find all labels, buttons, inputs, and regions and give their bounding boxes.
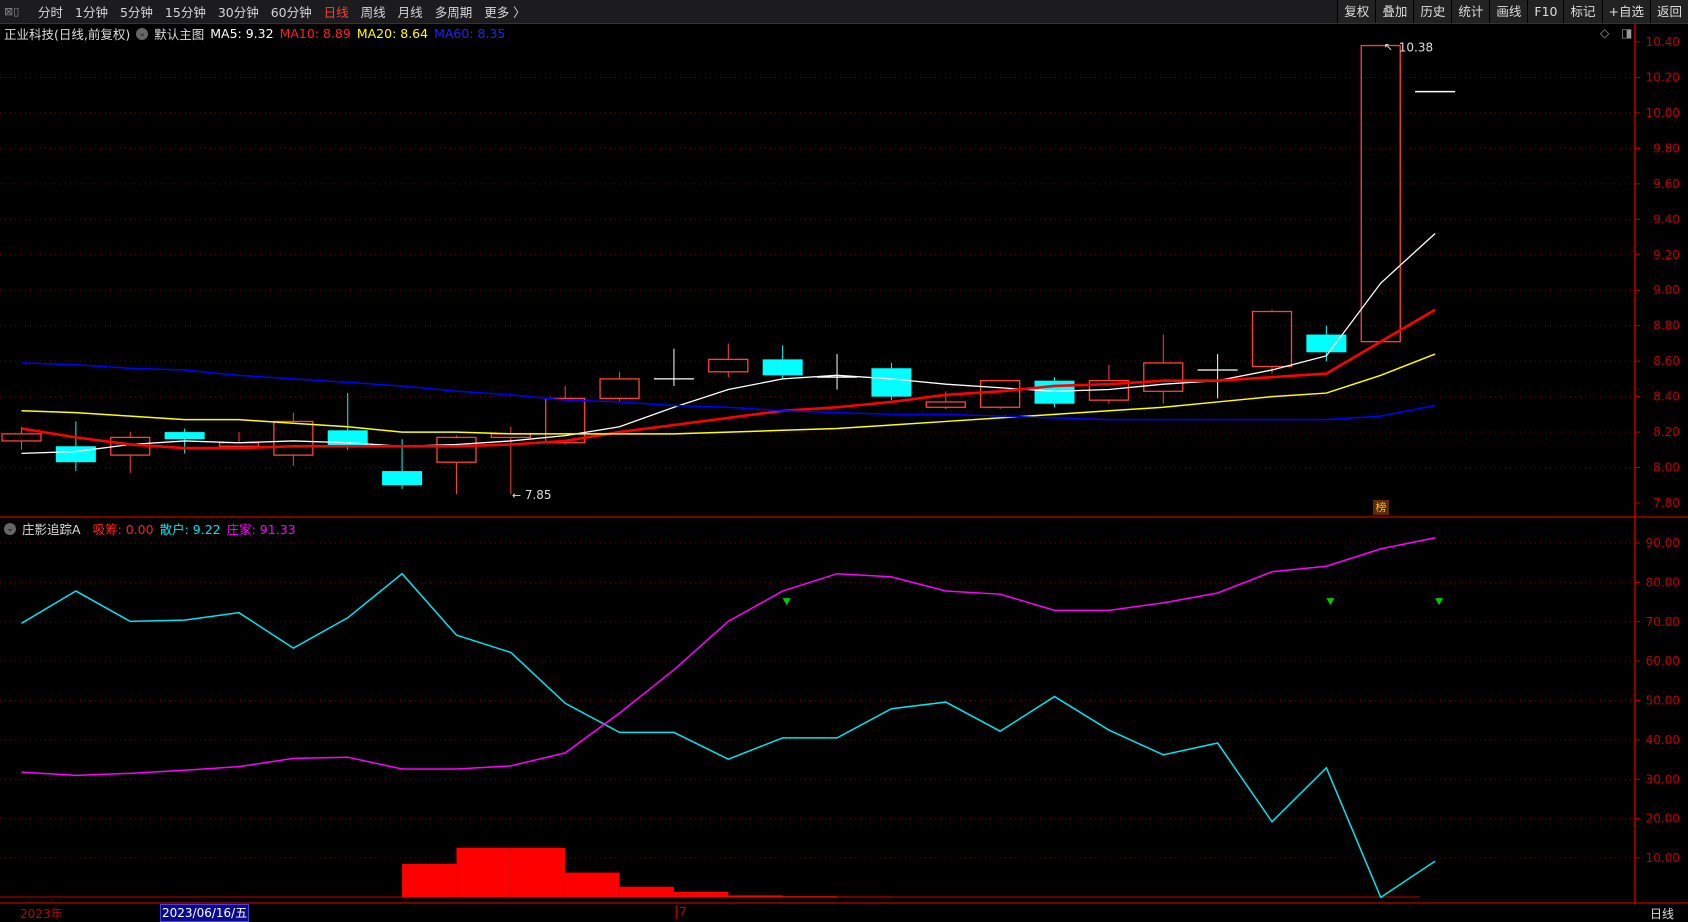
candle bbox=[709, 343, 748, 377]
candle bbox=[1253, 310, 1292, 374]
price-tick-label: 10.20 bbox=[1646, 70, 1680, 84]
price-tick-label: 9.40 bbox=[1653, 212, 1680, 226]
candle-body-down bbox=[1035, 381, 1075, 404]
candle bbox=[763, 345, 803, 379]
candle-body-up bbox=[981, 381, 1020, 408]
candle-body-up bbox=[926, 402, 965, 407]
candle bbox=[1144, 335, 1183, 404]
price-tick-label: 7.80 bbox=[1653, 496, 1680, 510]
candle bbox=[56, 421, 96, 471]
indicator-tick-label: 50.00 bbox=[1646, 694, 1680, 708]
candle bbox=[871, 363, 911, 400]
candle bbox=[654, 349, 694, 386]
candle-body-up bbox=[2, 434, 41, 441]
selected-date: 2023/06/16/五 bbox=[160, 904, 249, 922]
high-price-annotation: 10.38 bbox=[1399, 41, 1433, 55]
candle bbox=[600, 372, 639, 402]
candle bbox=[274, 413, 313, 466]
xichou-bar bbox=[565, 873, 619, 897]
candle-body-up bbox=[274, 421, 313, 455]
price-tick-label: 10.40 bbox=[1646, 35, 1680, 49]
price-tick-label: 9.20 bbox=[1653, 248, 1680, 262]
xichou-bar bbox=[620, 887, 674, 897]
signal-triangle-icon bbox=[1435, 598, 1443, 605]
price-tick-label: 10.00 bbox=[1646, 106, 1680, 120]
candle bbox=[491, 427, 530, 494]
indicator-tick-label: 10.00 bbox=[1646, 851, 1680, 865]
candle-body-up bbox=[1253, 312, 1292, 367]
zhuangjia-line bbox=[22, 538, 1436, 776]
price-tick-label: 8.40 bbox=[1653, 390, 1680, 404]
xichou-bar bbox=[511, 848, 565, 897]
arrow-left-icon: ↖ bbox=[1384, 41, 1393, 54]
signal-triangle-icon bbox=[1326, 598, 1334, 605]
candle bbox=[1035, 377, 1075, 407]
price-tick-label: 8.20 bbox=[1653, 425, 1680, 439]
candle bbox=[981, 381, 1020, 409]
indicator-tick-label: 60.00 bbox=[1646, 654, 1680, 668]
candle-body-down bbox=[382, 471, 422, 485]
ma10-line bbox=[22, 310, 1436, 448]
indicator-tick-label: 90.00 bbox=[1646, 536, 1680, 550]
candle-body-up bbox=[437, 437, 476, 462]
indicator-tick-label: 80.00 bbox=[1646, 575, 1680, 589]
xichou-bar bbox=[728, 895, 782, 897]
indicator-tick-label: 20.00 bbox=[1646, 812, 1680, 826]
price-tick-label: 9.00 bbox=[1653, 283, 1680, 297]
candle-body-down bbox=[871, 368, 911, 396]
candle bbox=[817, 354, 857, 389]
low-price-annotation: 7.85 bbox=[525, 488, 552, 502]
period-label[interactable]: 日线 bbox=[1650, 905, 1674, 922]
candle bbox=[111, 432, 150, 473]
month-label: 7 bbox=[676, 905, 687, 919]
xichou-bar bbox=[783, 896, 837, 897]
year-label: 2023年 bbox=[20, 905, 63, 922]
xichou-bar bbox=[402, 864, 456, 897]
xichou-bar bbox=[674, 892, 728, 897]
chart-canvas[interactable]: 10.40 10.20 10.00 9.80 9.60 9.40 9.20 9.00 8.80 8… bbox=[0, 0, 1688, 921]
indicator-tick-label: 40.00 bbox=[1646, 733, 1680, 747]
candle-body-down bbox=[763, 359, 803, 375]
ma20-line bbox=[22, 354, 1436, 434]
arrow-left-icon: ← bbox=[512, 489, 521, 502]
price-tick-label: 8.60 bbox=[1653, 354, 1680, 368]
price-tick-label: 9.60 bbox=[1653, 177, 1680, 191]
candle-body-up bbox=[1144, 363, 1183, 391]
xichou-bar bbox=[456, 848, 510, 897]
candle-body-up bbox=[709, 359, 748, 371]
candle bbox=[1198, 354, 1238, 398]
candle bbox=[328, 393, 368, 450]
indicator-tick-label: 70.00 bbox=[1646, 615, 1680, 629]
candle-body-up bbox=[600, 379, 639, 399]
candle-body-down bbox=[165, 432, 205, 439]
candle bbox=[219, 432, 258, 446]
candle-body-up bbox=[1361, 46, 1400, 342]
candle bbox=[1361, 46, 1400, 342]
candle-body-down bbox=[56, 446, 96, 462]
price-tick-label: 9.80 bbox=[1653, 141, 1680, 155]
price-tick-label: 8.80 bbox=[1653, 319, 1680, 333]
date-axis: 2023年 2023/06/16/五 7 日线 bbox=[0, 904, 1688, 921]
signal-triangle-icon bbox=[783, 598, 791, 605]
price-tick-label: 8.00 bbox=[1653, 461, 1680, 475]
ranking-badge[interactable]: 榜 bbox=[1373, 500, 1389, 515]
indicator-tick-label: 30.00 bbox=[1646, 772, 1680, 786]
